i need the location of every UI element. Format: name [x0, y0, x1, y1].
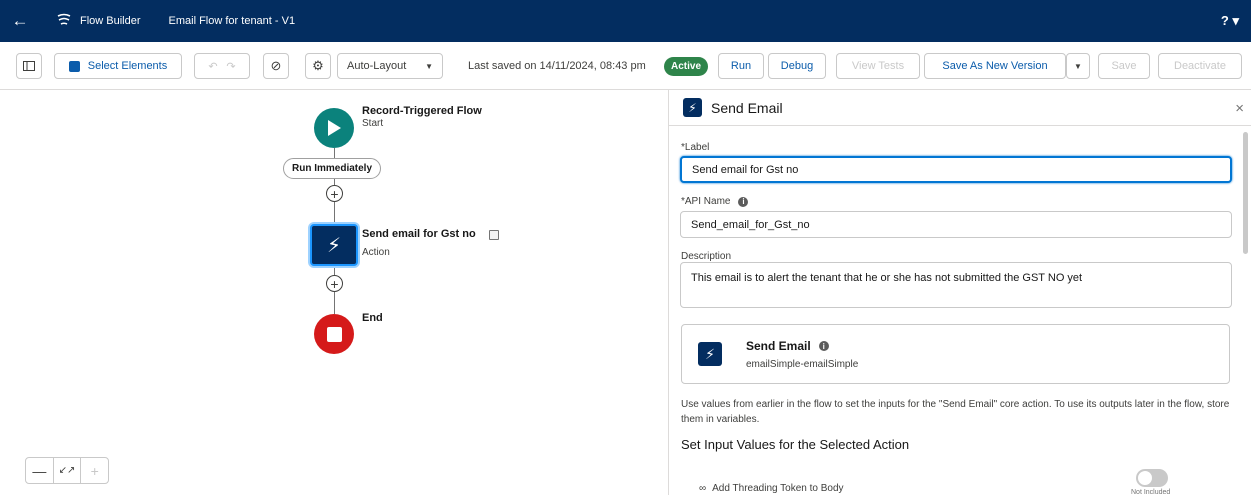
toolbar: Select Elements ↶ ↷ ⊘ ⚙ Auto-Layout ▼ La…: [0, 42, 1251, 90]
view-tests-button[interactable]: View Tests: [836, 53, 920, 79]
cancel-button[interactable]: ⊘: [263, 53, 289, 79]
description-label: Description: [681, 251, 732, 262]
add-element-plus-icon[interactable]: +: [326, 185, 343, 202]
panel-header: ⚡︎ Send Email ×: [669, 90, 1251, 126]
section-title: Set Input Values for the Selected Action: [681, 437, 910, 452]
deactivate-button[interactable]: Deactivate: [1158, 53, 1242, 79]
info-icon[interactable]: i: [818, 341, 829, 351]
gear-icon: ⚙: [312, 58, 324, 73]
threading-token-label: Add Threading Token to Body: [712, 483, 844, 494]
zoom-out-icon[interactable]: —: [26, 458, 54, 483]
action-card-subtitle: emailSimple-emailSimple: [746, 359, 859, 370]
connector-line: [334, 268, 335, 275]
help-menu-button[interactable]: ? ▾: [1221, 13, 1239, 29]
end-node-title: End: [362, 312, 383, 324]
action-card-title: Send Email: [746, 339, 811, 353]
layout-select-value: Auto-Layout: [347, 60, 407, 72]
action-card: ⚡︎ Send Email i emailSimple-emailSimple: [681, 324, 1230, 384]
flow-name: Email Flow for tenant - V1: [168, 15, 296, 27]
debug-button[interactable]: Debug: [768, 53, 826, 79]
back-arrow-icon[interactable]: ←: [0, 0, 40, 42]
help-text: Use values from earlier in the flow to s…: [681, 399, 1230, 425]
save-button[interactable]: Save: [1098, 53, 1150, 79]
last-saved-text: Last saved on 14/11/2024, 08:43 pm: [468, 60, 646, 72]
fit-view-icon[interactable]: ↙↗: [54, 458, 82, 483]
info-icon[interactable]: i: [738, 196, 749, 207]
panel-scrollbar[interactable]: [1243, 132, 1248, 254]
link-icon: ∞: [699, 483, 707, 494]
label-field-label: *Label: [681, 142, 710, 153]
settings-button[interactable]: ⚙: [305, 53, 331, 79]
undo-redo-group: ↶ ↷: [194, 53, 250, 79]
start-node-subtitle: Start: [362, 118, 384, 129]
connector-line: [334, 148, 335, 158]
connector-line: [334, 292, 335, 314]
ban-icon: ⊘: [270, 58, 282, 73]
status-badge: Active: [664, 57, 709, 76]
save-options-button[interactable]: ▼: [1066, 53, 1090, 79]
start-node-title: Record-Triggered Flow: [362, 105, 482, 117]
zoom-in-icon[interactable]: +: [81, 458, 108, 483]
send-email-lightning-icon: ⚡︎: [683, 98, 702, 117]
app-name: Flow Builder: [80, 15, 141, 27]
description-note-icon[interactable]: [489, 230, 499, 240]
api-name-label-text: *API Name: [681, 196, 731, 207]
app-header: ← Flow Builder Email Flow for tenant - V…: [0, 0, 1251, 42]
action-node-title: Send email for Gst no: [362, 228, 476, 240]
run-button[interactable]: Run: [718, 53, 764, 79]
flow-canvas[interactable]: Record-Triggered Flow Start Run Immediat…: [0, 90, 668, 495]
action-node-subtitle: Action: [362, 247, 390, 258]
zoom-controls: — ↙↗ +: [25, 457, 109, 484]
flow-builder-logo-icon: [56, 13, 74, 30]
connector-line: [334, 202, 335, 224]
close-icon[interactable]: ×: [1235, 100, 1244, 117]
layout-select[interactable]: Auto-Layout ▼: [337, 53, 443, 79]
threading-token-toggle[interactable]: [1136, 469, 1168, 487]
action-node-icon[interactable]: ⚡︎: [310, 224, 358, 266]
start-node-icon[interactable]: [314, 108, 354, 148]
chevron-down-icon: ▼: [425, 61, 433, 71]
panel-title: Send Email: [711, 99, 783, 116]
description-textarea[interactable]: This email is to alert the tenant that h…: [680, 262, 1232, 308]
undo-icon[interactable]: ↶: [208, 60, 217, 73]
lightning-icon: ⚡︎: [326, 234, 342, 257]
api-name-input[interactable]: Send_email_for_Gst_no: [680, 211, 1232, 238]
api-name-label: *API Name i: [681, 196, 749, 207]
properties-panel: ⚡︎ Send Email × *Label Send email for Gs…: [668, 90, 1251, 496]
label-input[interactable]: Send email for Gst no: [680, 156, 1232, 183]
end-node-icon[interactable]: [314, 314, 354, 354]
chevron-down-icon: ▼: [1074, 61, 1082, 71]
add-element-plus-icon[interactable]: +: [326, 275, 343, 292]
run-immediately-path-label[interactable]: Run Immediately: [283, 158, 382, 179]
save-as-new-version-button[interactable]: Save As New Version: [924, 53, 1066, 79]
panel-toggle-icon: [23, 61, 35, 71]
select-elements-icon: [68, 60, 80, 72]
action-card-lightning-icon: ⚡︎: [698, 342, 722, 366]
select-elements-label: Select Elements: [87, 60, 168, 72]
threading-token-row: ∞ Add Threading Token to Body: [699, 483, 844, 494]
redo-icon[interactable]: ↷: [226, 60, 235, 73]
toggle-panel-button[interactable]: [16, 53, 42, 79]
select-elements-button[interactable]: Select Elements: [54, 53, 182, 79]
action-card-title-row: Send Email i: [746, 339, 829, 353]
